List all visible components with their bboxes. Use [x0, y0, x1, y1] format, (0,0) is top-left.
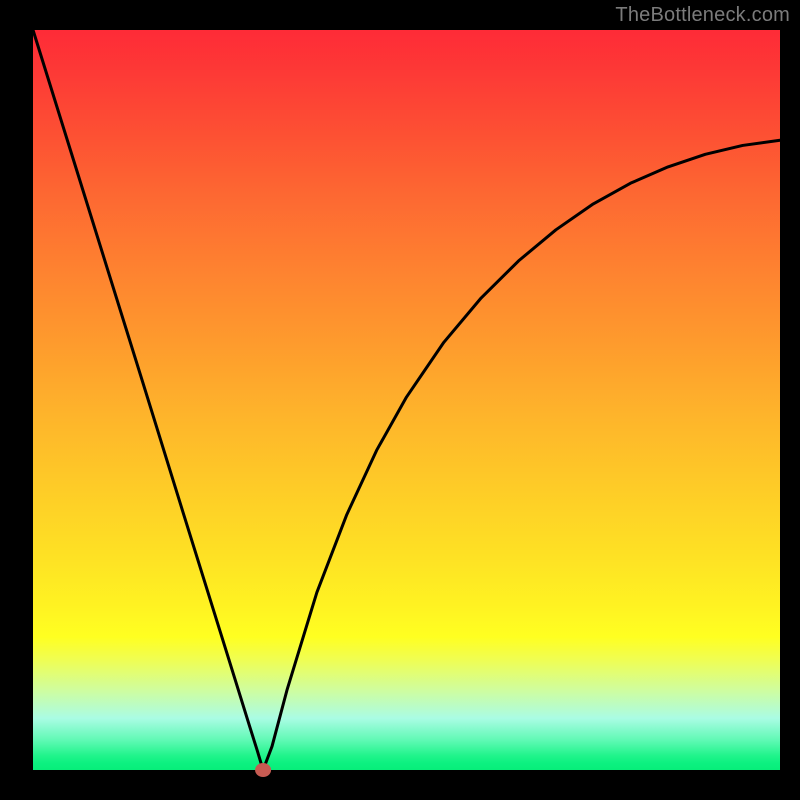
- plot-area: [33, 30, 780, 770]
- watermark-text: TheBottleneck.com: [615, 4, 790, 27]
- bottleneck-curve: [33, 30, 780, 770]
- chart-frame: TheBottleneck.com: [0, 0, 800, 800]
- minimum-marker: [255, 763, 271, 777]
- chart-svg: [33, 30, 780, 770]
